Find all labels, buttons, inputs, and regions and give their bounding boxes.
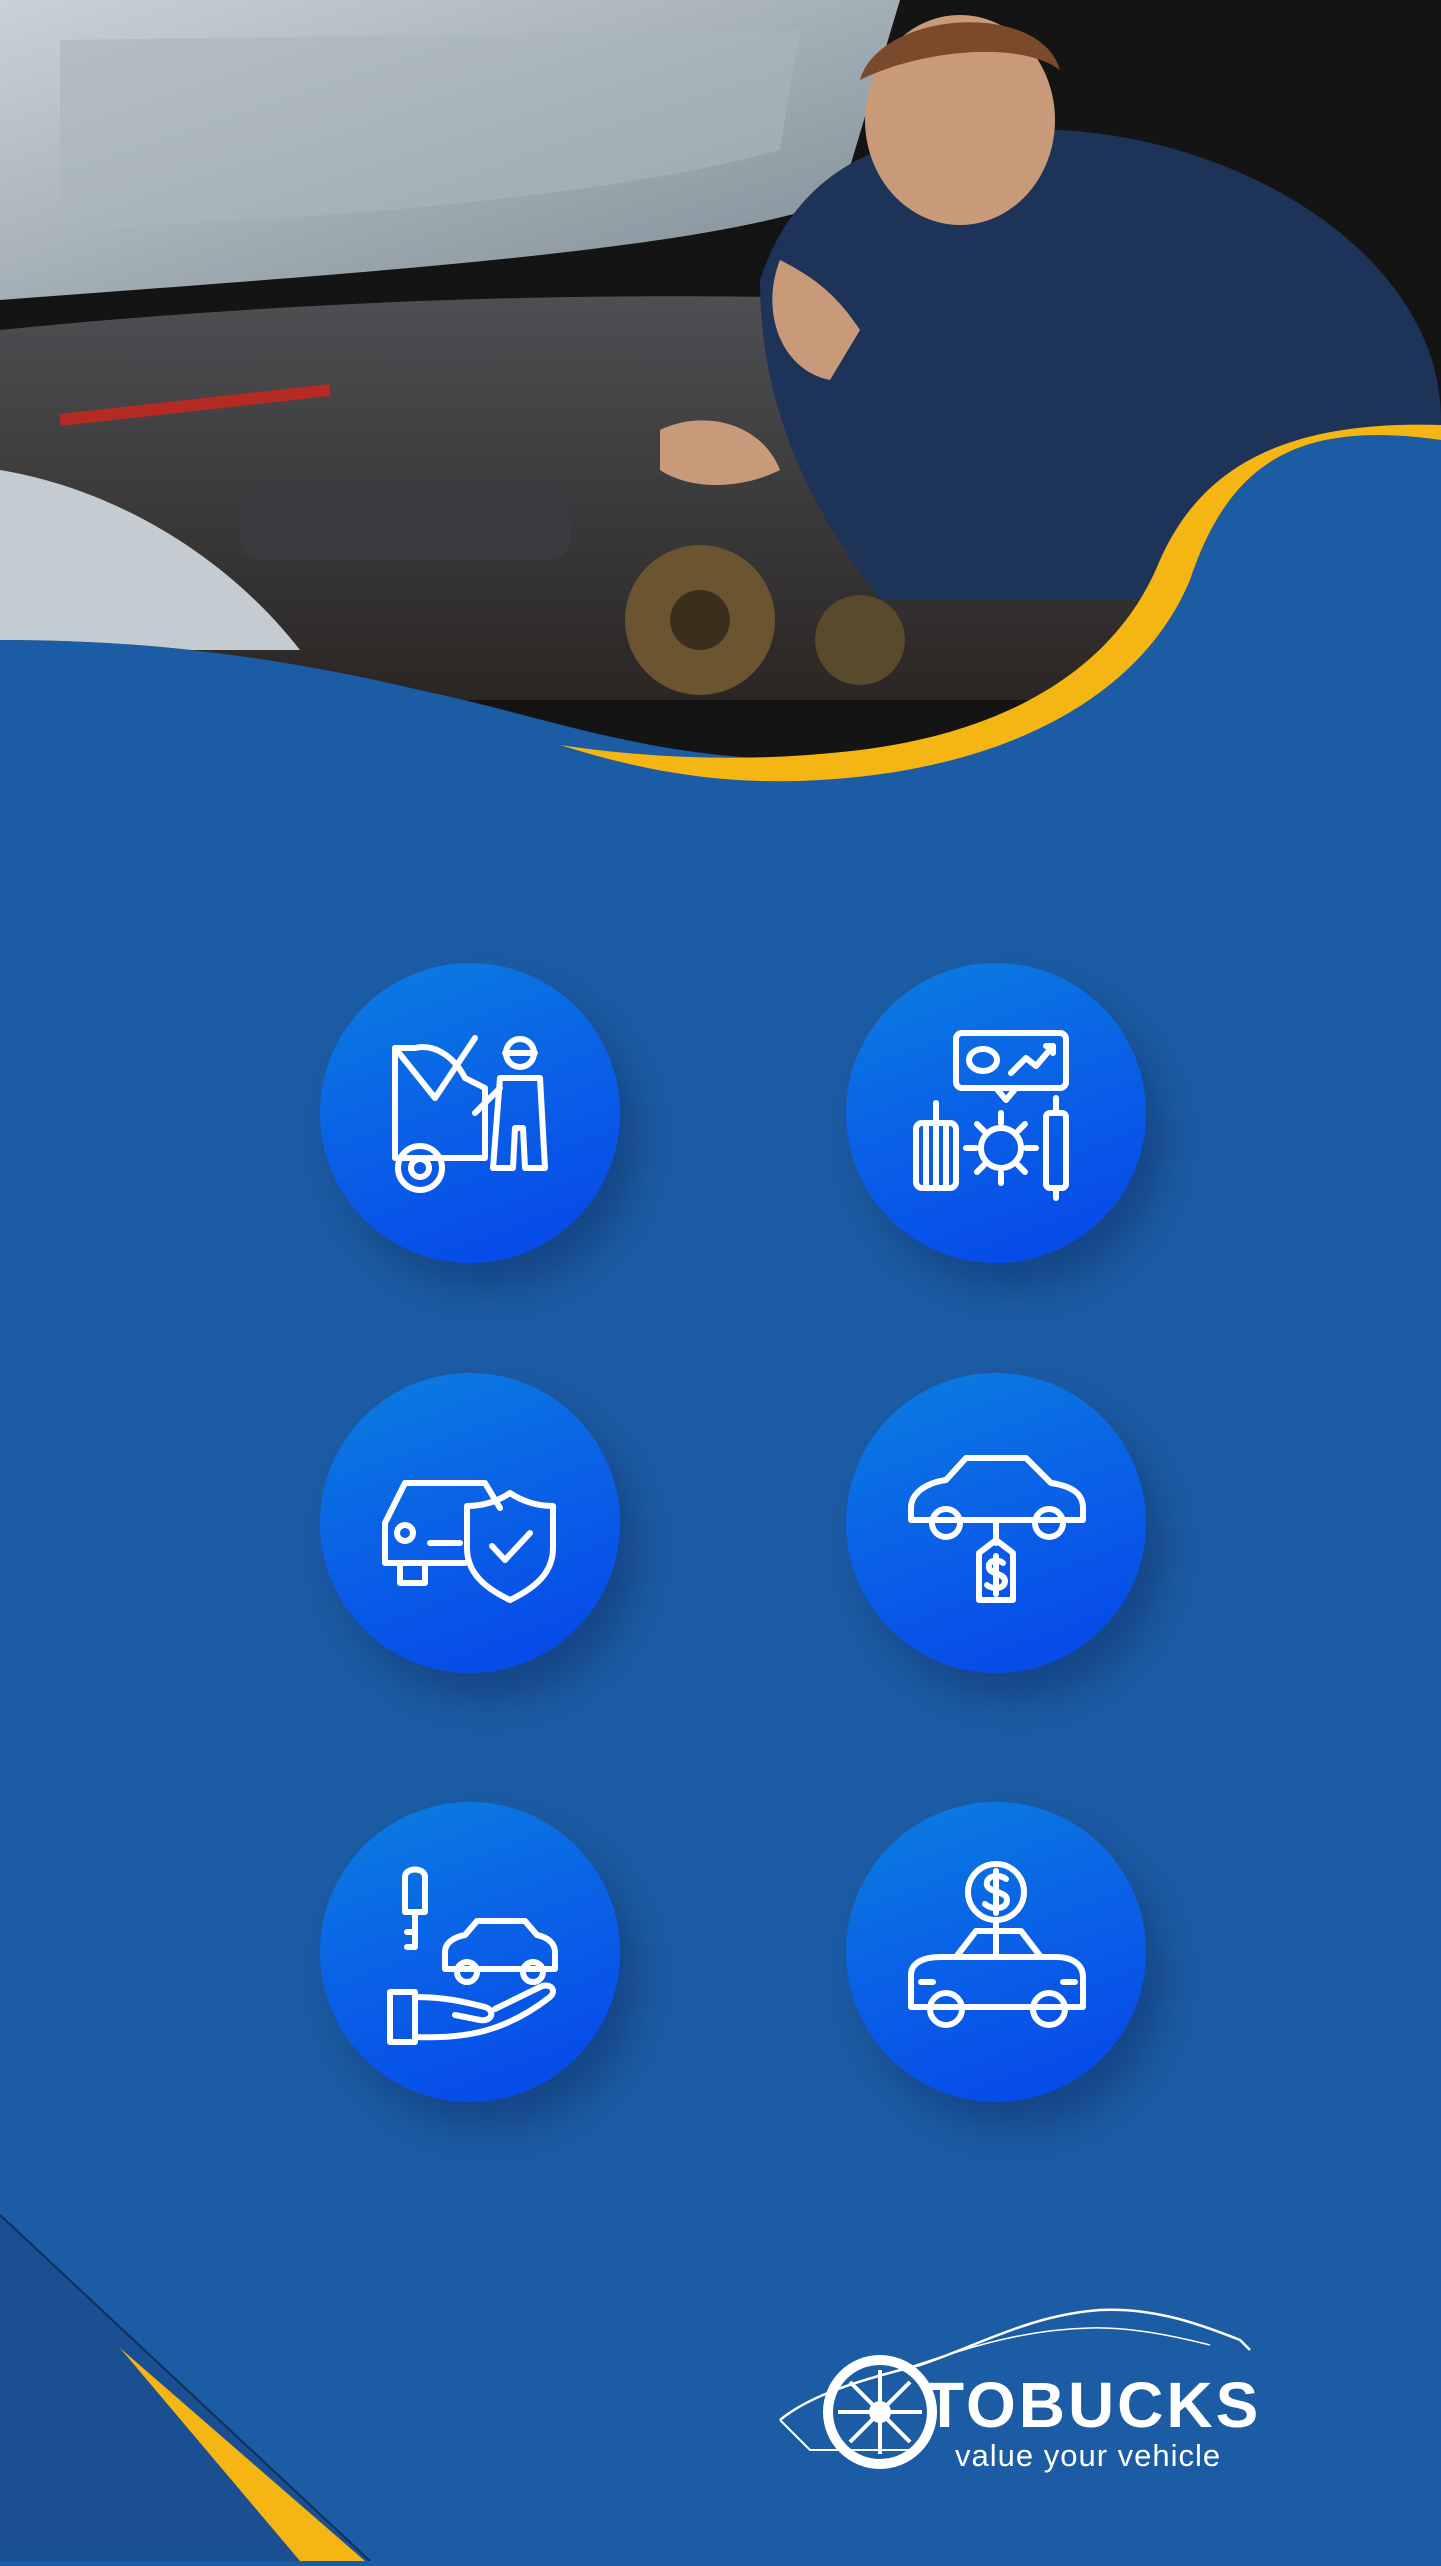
car-key-handover-glyph: [387, 1866, 558, 2045]
car-protection-shield-icon[interactable]: [320, 1373, 620, 1673]
corner-accent-decoration: [0, 2200, 380, 2562]
car-parts-analytics-icon[interactable]: [846, 963, 1146, 1263]
car-price-tag-glyph: [908, 1455, 1086, 1603]
services-icon-grid: [0, 0, 1441, 2561]
mechanic-repairing-car-icon[interactable]: [320, 963, 620, 1263]
brand-logo: TOBUCKS value your vehicle: [770, 2300, 1290, 2490]
brand-name: TOBUCKS: [925, 2369, 1262, 2441]
car-key-handover-icon[interactable]: [320, 1802, 620, 2102]
car-dollar-glyph: [908, 1861, 1086, 2028]
car-price-tag-icon[interactable]: [846, 1373, 1146, 1673]
car-protection-shield-glyph: [382, 1480, 556, 1603]
car-parts-analytics-glyph: [913, 1030, 1069, 1201]
corner-accent-shape: [0, 2214, 371, 2562]
brand-tagline: value your vehicle: [955, 2438, 1222, 2473]
car-dollar-icon[interactable]: [846, 1802, 1146, 2102]
mechanic-repairing-car-glyph: [392, 1035, 548, 1193]
